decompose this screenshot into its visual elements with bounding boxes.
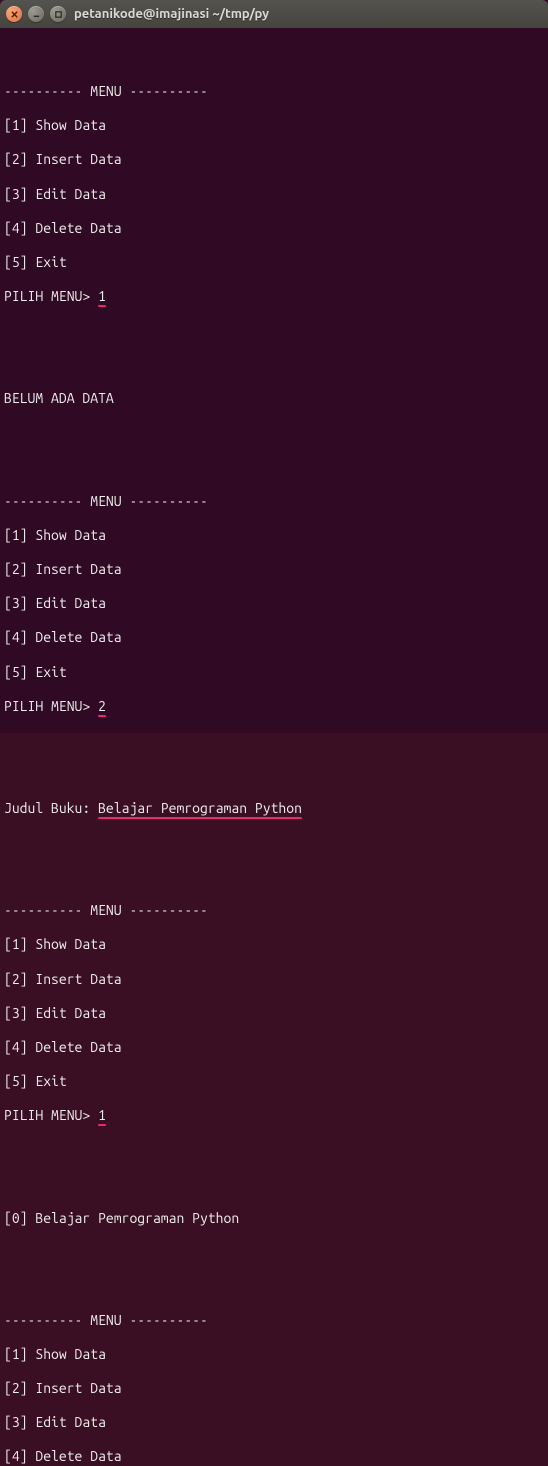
terminal-line xyxy=(4,425,544,442)
menu-header: ---------- MENU ---------- xyxy=(4,493,544,510)
maximize-icon xyxy=(54,10,63,19)
output-line: [0] Belajar Pemrograman Python xyxy=(4,1210,544,1227)
menu-item: [4] Delete Data xyxy=(4,629,544,646)
terminal-line xyxy=(4,1244,544,1261)
terminal-line xyxy=(4,459,544,476)
prompt-label: PILIH MENU> xyxy=(4,1107,98,1123)
prompt-line: PILIH MENU> 1 xyxy=(4,288,544,305)
terminal-line xyxy=(4,868,544,885)
menu-item: [3] Edit Data xyxy=(4,1414,544,1431)
terminal-line xyxy=(4,732,544,749)
close-button[interactable] xyxy=(6,6,22,22)
terminal-line xyxy=(4,356,544,373)
menu-item: [1] Show Data xyxy=(4,117,544,134)
terminal-line xyxy=(4,1278,544,1295)
prompt-line: PILIH MENU> 1 xyxy=(4,1107,544,1124)
menu-header: ---------- MENU ---------- xyxy=(4,83,544,100)
prompt-label: PILIH MENU> xyxy=(4,698,98,714)
input-label: Judul Buku: xyxy=(4,800,98,816)
minimize-button[interactable] xyxy=(28,6,44,22)
terminal-line xyxy=(4,49,544,66)
terminal-line xyxy=(4,322,544,339)
terminal-line xyxy=(4,766,544,783)
menu-item: [5] Exit xyxy=(4,254,544,271)
menu-item: [3] Edit Data xyxy=(4,1005,544,1022)
close-icon xyxy=(10,10,19,19)
terminal-output[interactable]: ---------- MENU ---------- [1] Show Data… xyxy=(0,28,548,733)
menu-item: [3] Edit Data xyxy=(4,595,544,612)
menu-item: [2] Insert Data xyxy=(4,561,544,578)
terminal-line xyxy=(4,1141,544,1158)
menu-item: [1] Show Data xyxy=(4,936,544,953)
terminal-line xyxy=(4,834,544,851)
menu-item: [1] Show Data xyxy=(4,527,544,544)
user-input: 2 xyxy=(98,698,106,715)
prompt-line: PILIH MENU> 2 xyxy=(4,698,544,715)
menu-item: [2] Insert Data xyxy=(4,151,544,168)
input-line: Judul Buku: Belajar Pemrograman Python xyxy=(4,800,544,817)
menu-item: [1] Show Data xyxy=(4,1346,544,1363)
menu-item: [5] Exit xyxy=(4,1073,544,1090)
user-input: Belajar Pemrograman Python xyxy=(98,800,302,817)
menu-item: [2] Insert Data xyxy=(4,1380,544,1397)
menu-item: [5] Exit xyxy=(4,664,544,681)
user-input: 1 xyxy=(98,1107,106,1124)
user-input: 1 xyxy=(98,288,106,305)
menu-header: ---------- MENU ---------- xyxy=(4,902,544,919)
prompt-label: PILIH MENU> xyxy=(4,288,98,304)
menu-item: [4] Delete Data xyxy=(4,1039,544,1056)
menu-item: [2] Insert Data xyxy=(4,971,544,988)
terminal-line xyxy=(4,1175,544,1192)
window-buttons xyxy=(6,6,66,22)
maximize-button[interactable] xyxy=(50,6,66,22)
menu-item: [4] Delete Data xyxy=(4,1448,544,1465)
minimize-icon xyxy=(32,10,41,19)
menu-item: [3] Edit Data xyxy=(4,186,544,203)
menu-header: ---------- MENU ---------- xyxy=(4,1312,544,1329)
output-line: BELUM ADA DATA xyxy=(4,390,544,407)
menu-item: [4] Delete Data xyxy=(4,220,544,237)
window-titlebar: petanikode@imajinasi ~/tmp/py xyxy=(0,0,548,28)
window-title: petanikode@imajinasi ~/tmp/py xyxy=(74,7,269,21)
